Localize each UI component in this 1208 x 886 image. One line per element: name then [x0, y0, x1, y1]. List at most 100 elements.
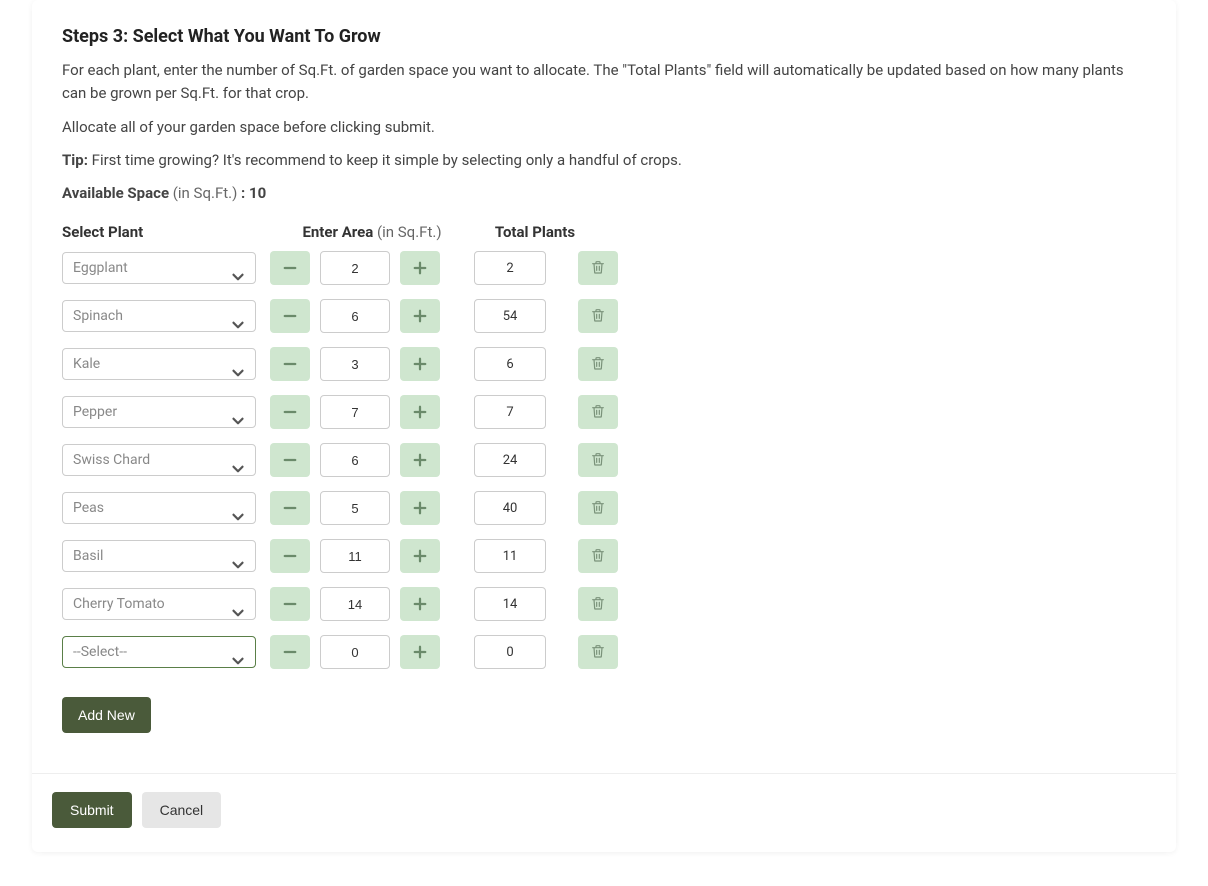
delete-row-button[interactable]: [578, 299, 618, 333]
plant-select-value: Peas: [73, 500, 104, 516]
delete-row-button[interactable]: [578, 539, 618, 573]
intro-text-2: Allocate all of your garden space before…: [62, 116, 1146, 139]
delete-row-button[interactable]: [578, 491, 618, 525]
plant-row: Spinach 54: [62, 299, 1146, 333]
increment-button[interactable]: [400, 635, 440, 669]
decrement-button[interactable]: [270, 395, 310, 429]
plant-select-value: Eggplant: [73, 260, 128, 276]
decrement-button[interactable]: [270, 635, 310, 669]
trash-icon: [590, 547, 606, 566]
area-input[interactable]: [320, 299, 390, 333]
plant-select-value: --Select--: [73, 644, 127, 660]
step-title: Steps 3: Select What You Want To Grow: [62, 26, 1146, 47]
trash-icon: [590, 595, 606, 614]
available-space-value: 10: [249, 184, 266, 202]
area-input[interactable]: [320, 347, 390, 381]
plant-row: --Select-- 0: [62, 635, 1146, 669]
decrement-button[interactable]: [270, 299, 310, 333]
minus-icon: [281, 307, 299, 325]
column-header-total: Total Plants: [480, 223, 590, 241]
area-input[interactable]: [320, 491, 390, 525]
increment-button[interactable]: [400, 491, 440, 525]
plant-select[interactable]: Peas: [62, 492, 256, 524]
plant-row: Swiss Chard 24: [62, 443, 1146, 477]
available-space-label: Available Space: [62, 184, 169, 202]
plus-icon: [411, 499, 429, 517]
plus-icon: [411, 403, 429, 421]
plant-select[interactable]: Basil: [62, 540, 256, 572]
area-input[interactable]: [320, 539, 390, 573]
increment-button[interactable]: [400, 587, 440, 621]
cancel-button[interactable]: Cancel: [142, 792, 222, 828]
area-input[interactable]: [320, 443, 390, 477]
area-stepper: [270, 443, 440, 477]
increment-button[interactable]: [400, 347, 440, 381]
available-space-sep: :: [241, 184, 249, 202]
plus-icon: [411, 451, 429, 469]
increment-button[interactable]: [400, 395, 440, 429]
decrement-button[interactable]: [270, 347, 310, 381]
plant-row: Pepper 7: [62, 395, 1146, 429]
increment-button[interactable]: [400, 539, 440, 573]
increment-button[interactable]: [400, 251, 440, 285]
minus-icon: [281, 499, 299, 517]
increment-button[interactable]: [400, 443, 440, 477]
plant-select[interactable]: Pepper: [62, 396, 256, 428]
plus-icon: [411, 547, 429, 565]
plus-icon: [411, 643, 429, 661]
total-plants-value: 54: [474, 299, 546, 333]
total-plants-value: 0: [474, 635, 546, 669]
tip-line: Tip: First time growing? It's recommend …: [62, 149, 1146, 172]
delete-row-button[interactable]: [578, 347, 618, 381]
trash-icon: [590, 403, 606, 422]
delete-row-button[interactable]: [578, 395, 618, 429]
plant-row: Cherry Tomato14: [62, 587, 1146, 621]
plant-select[interactable]: Swiss Chard: [62, 444, 256, 476]
plant-select[interactable]: Eggplant: [62, 252, 256, 284]
area-input[interactable]: [320, 587, 390, 621]
delete-row-button[interactable]: [578, 443, 618, 477]
area-stepper: [270, 635, 440, 669]
area-stepper: [270, 539, 440, 573]
available-space-line: Available Space (in Sq.Ft.) : 10: [62, 182, 1146, 205]
decrement-button[interactable]: [270, 587, 310, 621]
decrement-button[interactable]: [270, 443, 310, 477]
total-plants-value: 2: [474, 251, 546, 285]
delete-row-button[interactable]: [578, 587, 618, 621]
submit-button[interactable]: Submit: [52, 792, 132, 828]
delete-row-button[interactable]: [578, 251, 618, 285]
area-input[interactable]: [320, 395, 390, 429]
plant-select-value: Basil: [73, 548, 103, 564]
area-input[interactable]: [320, 251, 390, 285]
minus-icon: [281, 451, 299, 469]
increment-button[interactable]: [400, 299, 440, 333]
area-input[interactable]: [320, 635, 390, 669]
total-plants-value: 7: [474, 395, 546, 429]
plant-select[interactable]: Cherry Tomato: [62, 588, 256, 620]
column-header-plant: Select Plant: [62, 223, 282, 241]
minus-icon: [281, 643, 299, 661]
trash-icon: [590, 307, 606, 326]
plant-row: Basil11: [62, 539, 1146, 573]
total-plants-value: 40: [474, 491, 546, 525]
add-new-button[interactable]: Add New: [62, 697, 151, 733]
area-stepper: [270, 491, 440, 525]
plant-select-value: Kale: [73, 356, 100, 372]
plant-select-value: Pepper: [73, 404, 117, 420]
available-space-unit: (in Sq.Ft.): [169, 184, 241, 202]
decrement-button[interactable]: [270, 251, 310, 285]
decrement-button[interactable]: [270, 491, 310, 525]
plant-select[interactable]: Spinach: [62, 300, 256, 332]
tip-label: Tip:: [62, 151, 88, 169]
area-stepper: [270, 251, 440, 285]
decrement-button[interactable]: [270, 539, 310, 573]
plant-select[interactable]: --Select--: [62, 636, 256, 668]
plant-select-value: Cherry Tomato: [73, 596, 165, 612]
trash-icon: [590, 355, 606, 374]
trash-icon: [590, 643, 606, 662]
plant-select[interactable]: Kale: [62, 348, 256, 380]
area-stepper: [270, 395, 440, 429]
plant-row: Kale6: [62, 347, 1146, 381]
total-plants-value: 24: [474, 443, 546, 477]
delete-row-button[interactable]: [578, 635, 618, 669]
